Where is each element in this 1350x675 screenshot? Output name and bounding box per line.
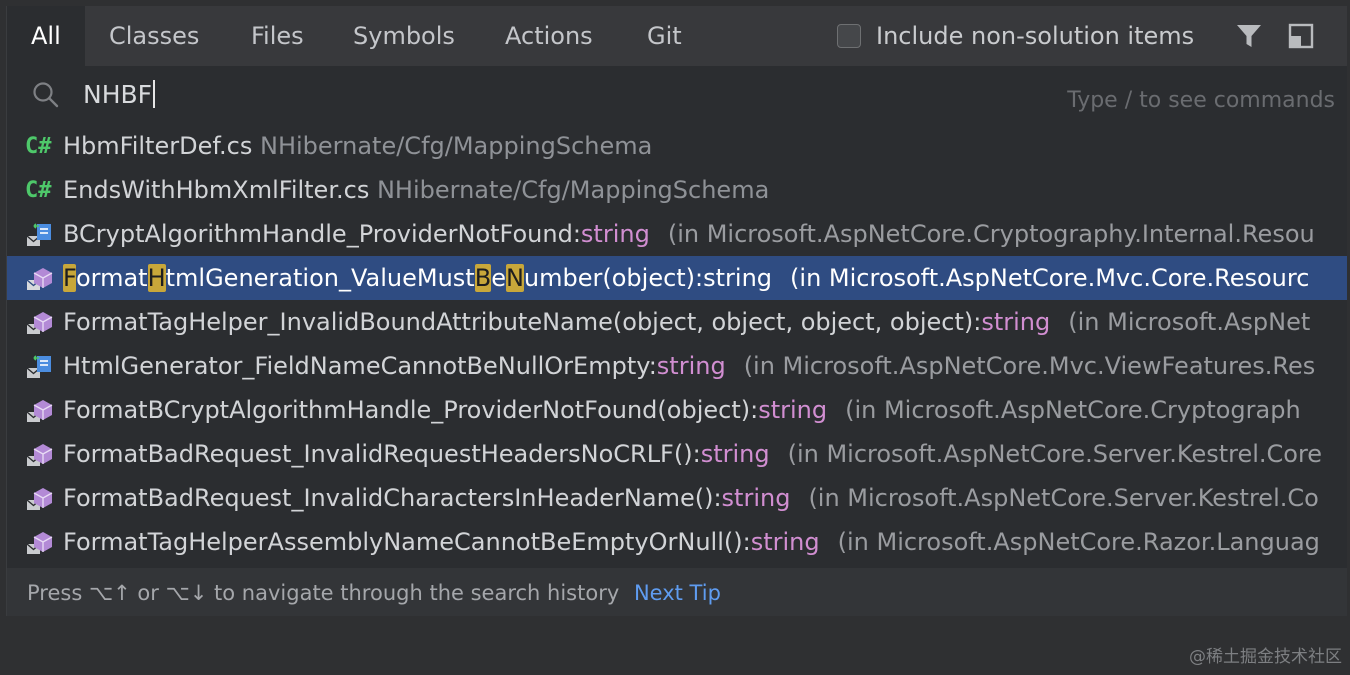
- match-highlight: H: [147, 264, 166, 292]
- csharp-file-icon: C#: [25, 178, 52, 203]
- resource-method-icon: [26, 532, 53, 554]
- result-location: (in Microsoft.AspNetCore.Mvc.Core.Resour…: [790, 264, 1310, 292]
- result-location: (in Microsoft.AspNetCore.Server.Kestrel.…: [808, 484, 1319, 512]
- result-name: HtmlGenerator_FieldNameCannotBeNullOrEmp…: [63, 352, 657, 380]
- result-name: FormatTagHelper_InvalidBoundAttributeNam…: [63, 308, 982, 336]
- csharp-file-icon: C#: [25, 134, 52, 159]
- name-part: tmlGeneration_ValueMust: [165, 264, 475, 292]
- search-row: NHBF Type / to see commands: [7, 66, 1347, 126]
- result-type: string: [700, 440, 770, 468]
- search-input[interactable]: NHBF: [83, 80, 156, 109]
- tab-actions[interactable]: Actions: [505, 6, 593, 66]
- resource-property-icon: [26, 223, 51, 246]
- checkbox-box[interactable]: [837, 24, 861, 48]
- include-non-solution-items-checkbox[interactable]: Include non-solution items: [837, 22, 1194, 50]
- preview-panel-icon[interactable]: [1285, 20, 1317, 52]
- tab-classes[interactable]: Classes: [109, 6, 199, 66]
- list-item[interactable]: BCryptAlgorithmHandle_ProviderNotFound:s…: [7, 212, 1347, 256]
- result-name: HbmFilterDef.cs: [63, 132, 253, 160]
- result-type: string: [580, 220, 650, 248]
- result-location: (in Microsoft.AspNetCore.Mvc.ViewFeature…: [743, 352, 1316, 380]
- result-type: string: [981, 308, 1051, 336]
- result-name: FormatHtmlGeneration_ValueMustBeNumber(o…: [63, 256, 1309, 300]
- result-type: string: [758, 396, 828, 424]
- next-tip-link[interactable]: Next Tip: [634, 581, 721, 605]
- resource-property-icon: [26, 355, 51, 378]
- text-caret: [153, 80, 156, 108]
- list-item[interactable]: C# HbmFilterDef.cs NHibernate/Cfg/Mappin…: [7, 124, 1347, 168]
- list-item[interactable]: FormatTagHelper_InvalidBoundAttributeNam…: [7, 300, 1347, 344]
- result-path: NHibernate/Cfg/MappingSchema: [260, 132, 653, 160]
- result-type: string: [721, 484, 791, 512]
- footer-tip-bar: Press ⌥↑ or ⌥↓ to navigate through the s…: [7, 568, 1347, 616]
- watermark: @稀土掘金技术社区: [1189, 647, 1342, 667]
- match-highlight: B: [474, 264, 492, 292]
- result-location: (in Microsoft.AspNetCore.Server.Kestrel.…: [787, 440, 1323, 468]
- result-type: string: [656, 352, 726, 380]
- tab-files[interactable]: Files: [251, 6, 304, 66]
- name-part: e: [491, 264, 506, 292]
- list-item[interactable]: FormatBadRequest_InvalidRequestHeadersNo…: [7, 432, 1347, 476]
- result-name: BCryptAlgorithmHandle_ProviderNotFound:: [63, 220, 581, 248]
- search-history-tip: Press ⌥↑ or ⌥↓ to navigate through the s…: [27, 581, 620, 605]
- result-path: NHibernate/Cfg/MappingSchema: [376, 176, 770, 204]
- resource-method-icon: [26, 444, 53, 466]
- list-item[interactable]: FormatBCryptAlgorithmHandle_ProviderNotF…: [7, 388, 1347, 432]
- list-item[interactable]: C# EndsWithHbmXmlFilter.cs NHibernate/Cf…: [7, 168, 1347, 212]
- resource-method-icon: [26, 400, 53, 422]
- name-part: ormat: [75, 264, 148, 292]
- list-item[interactable]: FormatTagHelperAssemblyNameCannotBeEmpty…: [7, 520, 1347, 564]
- result-type: string: [750, 528, 820, 556]
- search-input-value: NHBF: [83, 80, 153, 109]
- result-location: (in Microsoft.AspNetCore.Cryptography.In…: [667, 220, 1315, 248]
- tab-symbols[interactable]: Symbols: [353, 6, 455, 66]
- resource-method-icon: [26, 312, 53, 334]
- resource-method-icon: [26, 268, 53, 290]
- tab-all[interactable]: All: [7, 6, 85, 66]
- include-non-solution-items-label: Include non-solution items: [876, 22, 1195, 50]
- result-location: (in Microsoft.AspNetCore.Razor.Languag: [837, 528, 1320, 556]
- list-item-selected[interactable]: FormatHtmlGeneration_ValueMustBeNumber(o…: [7, 256, 1347, 300]
- result-name: FormatBCryptAlgorithmHandle_ProviderNotF…: [63, 396, 759, 424]
- match-highlight: N: [505, 264, 524, 292]
- result-location: (in Microsoft.AspNetCore.Cryptograph: [845, 396, 1301, 424]
- list-item[interactable]: FormatBadRequest_InvalidCharactersInHead…: [7, 476, 1347, 520]
- match-highlight: F: [63, 264, 76, 292]
- result-name: FormatTagHelperAssemblyNameCannotBeEmpty…: [63, 528, 751, 556]
- resource-method-icon: [26, 488, 53, 510]
- result-name: FormatBadRequest_InvalidCharactersInHead…: [63, 484, 722, 512]
- tab-git[interactable]: Git: [647, 6, 682, 66]
- search-icon: [33, 82, 59, 108]
- list-item[interactable]: HtmlGenerator_FieldNameCannotBeNullOrEmp…: [7, 344, 1347, 388]
- results-list[interactable]: C# HbmFilterDef.cs NHibernate/Cfg/Mappin…: [7, 124, 1347, 564]
- result-name: FormatBadRequest_InvalidRequestHeadersNo…: [63, 440, 701, 468]
- tab-bar: All Classes Files Symbols Actions Git In…: [7, 6, 1347, 66]
- search-everywhere-popup: All Classes Files Symbols Actions Git In…: [6, 6, 1347, 616]
- result-location: (in Microsoft.AspNet: [1068, 308, 1311, 336]
- name-part: umber(object):string: [523, 264, 773, 292]
- commands-hint: Type / to see commands: [1067, 88, 1335, 113]
- result-name: EndsWithHbmXmlFilter.cs: [63, 176, 370, 204]
- filter-icon[interactable]: [1233, 20, 1265, 52]
